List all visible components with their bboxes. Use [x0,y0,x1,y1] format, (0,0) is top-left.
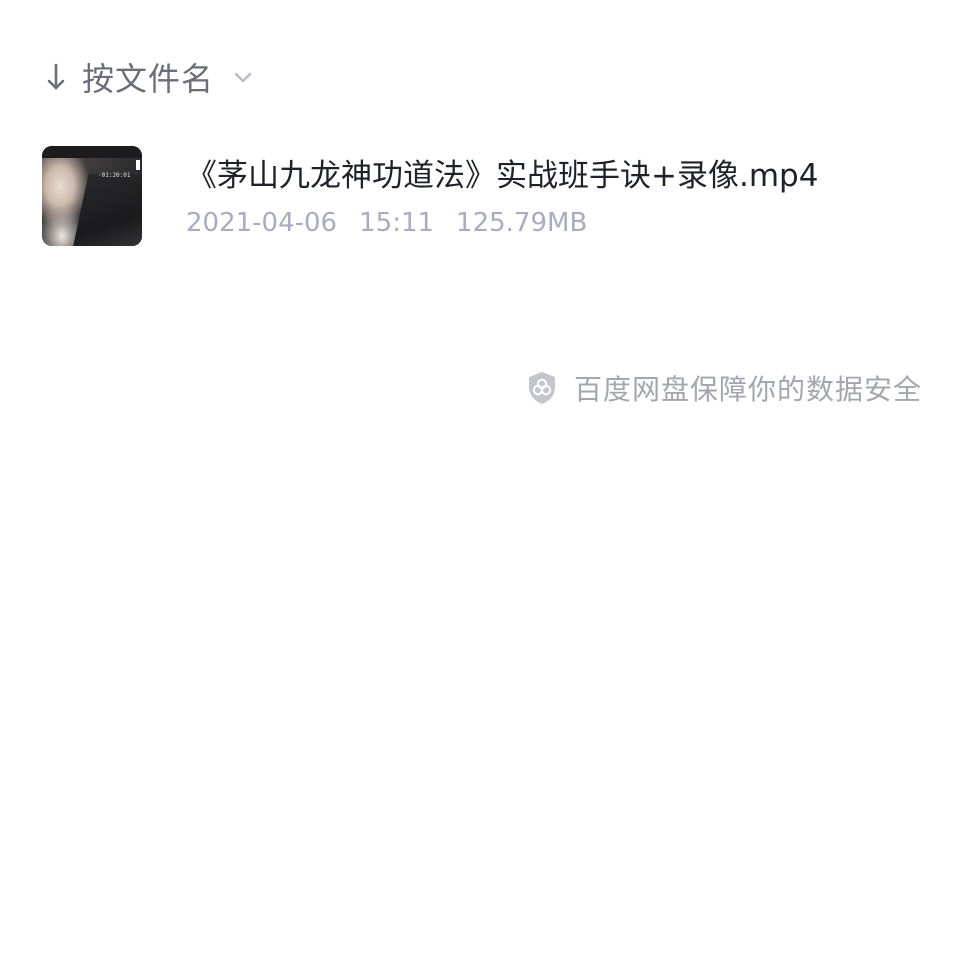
sort-by-name-button[interactable]: 按文件名 [44,52,254,102]
thumbnail-timestamp: ·01:20:01 [98,172,131,179]
file-meta: 2021-04-06 15:11 125.79MB [186,208,609,238]
chevron-down-icon [232,66,254,88]
sort-label: 按文件名 [82,60,215,98]
file-list-item[interactable]: ·01:20:01 《茅山九龙神功道法》实战班手诀+录像.mp4 2021-04… [40,144,930,248]
file-size: 125.79MB [456,208,588,238]
arrow-down-icon [44,61,68,93]
security-note: 百度网盘保障你的数据安全 [526,368,922,408]
security-text: 百度网盘保障你的数据安全 [573,373,922,406]
file-list-page: 按文件名 ·01:20:01 《茅山九龙神功道法》实战班手诀+录像.mp4 20… [0,0,960,960]
shield-icon [526,371,558,405]
file-name: 《茅山九龙神功道法》实战班手诀+录像.mp4 [186,158,819,194]
file-date: 2021-04-06 [186,208,338,238]
file-time: 15:11 [359,208,435,238]
video-thumbnail: ·01:20:01 [42,146,142,246]
